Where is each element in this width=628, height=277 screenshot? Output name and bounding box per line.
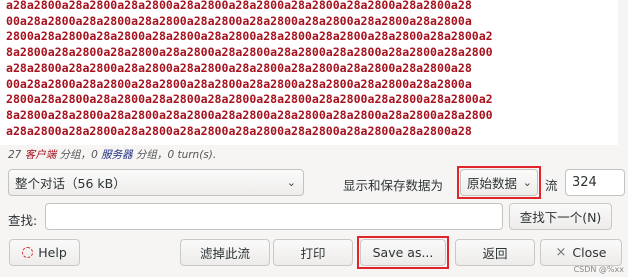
stream-line: 8a2800a28a2800a28a2800a28a2800a28a2800a2… — [6, 45, 493, 60]
close-label: Close — [572, 245, 607, 260]
server-suffix: 分组， — [132, 149, 168, 161]
stream-label: 流 — [545, 178, 558, 193]
client-count: 27 — [8, 149, 22, 161]
print-label: 打印 — [300, 246, 326, 261]
chevron-down-icon: ⌄ — [286, 176, 296, 189]
close-button[interactable]: × Close — [540, 239, 622, 266]
conversation-select[interactable]: 整个对话（56 kB） ⌄ — [8, 169, 304, 196]
stream-summary: 27 客户端 分组，0 服务器 分组，0 turn(s). — [8, 147, 216, 162]
stream-number-input[interactable]: 324 — [565, 169, 625, 196]
turns-count: 0 turn(s). — [167, 149, 217, 161]
find-next-button[interactable]: 查找下一个(N) — [509, 203, 612, 230]
server-label: 服务器 — [101, 149, 133, 161]
close-icon: × — [555, 245, 567, 260]
help-button[interactable]: Help — [9, 239, 80, 266]
help-label: Help — [38, 245, 67, 260]
find-next-label: 查找下一个(N) — [519, 210, 602, 225]
filter-out-button[interactable]: 滤掉此流 — [180, 239, 270, 266]
client-label: 客户端 — [24, 149, 57, 161]
stream-number-value: 324 — [572, 175, 597, 190]
find-input[interactable] — [45, 203, 503, 230]
stream-line: 00a28a2800a28a2800a28a2800a28a2800a28a28… — [6, 76, 472, 91]
back-label: 返回 — [482, 246, 508, 261]
stream-line: 2800a28a2800a28a2800a28a2800a28a2800a28a… — [6, 92, 493, 107]
stream-line: 2800a28a2800a28a2800a28a2800a28a2800a28a… — [6, 29, 493, 44]
watermark: CSDN @%xx — [573, 265, 624, 274]
stream-line: a28a2800a28a2800a28a2800a28a2800a28a2800… — [6, 123, 472, 138]
stream-line: a28a2800a28a2800a28a2800a28a2800a28a2800… — [6, 0, 472, 12]
format-select-highlight — [457, 166, 541, 199]
stream-line: 8a2800a28a2800a28a2800a28a2800a28a2800a2… — [6, 107, 493, 122]
stream-content-view[interactable]: a28a2800a28a2800a28a2800a28a2800a28a2800… — [0, 0, 628, 145]
stream-text: a28a2800a28a2800a28a2800a28a2800a28a2800… — [6, 0, 610, 139]
find-label: 查找: — [8, 213, 38, 228]
stream-scrollbar[interactable] — [618, 0, 628, 145]
stream-line: a28a2800a28a2800a28a2800a28a2800a28a2800… — [6, 60, 472, 75]
show-save-label: 显示和保存数据为 — [343, 178, 444, 193]
conversation-select-value: 整个对话（56 kB） — [15, 176, 126, 191]
print-button[interactable]: 打印 — [273, 239, 353, 266]
back-button[interactable]: 返回 — [455, 239, 535, 266]
client-suffix: 分组， — [56, 149, 92, 161]
server-count: 0 — [91, 149, 98, 161]
stream-line: 00a28a2800a28a2800a28a2800a28a2800a28a28… — [6, 13, 472, 28]
help-icon — [22, 247, 34, 258]
save-as-highlight — [357, 236, 449, 269]
filter-out-label: 滤掉此流 — [199, 246, 250, 261]
